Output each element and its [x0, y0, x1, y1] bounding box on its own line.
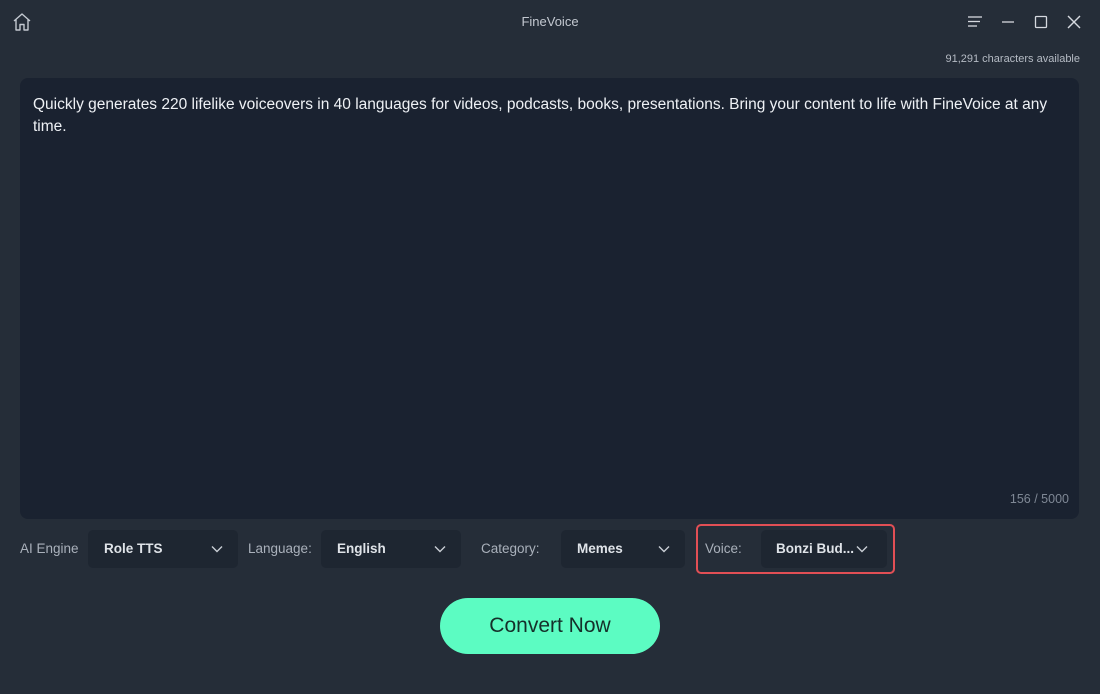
category-label: Category: — [481, 541, 540, 556]
text-input[interactable] — [33, 94, 1059, 474]
chevron-down-icon — [434, 546, 446, 553]
title-bar: FineVoice — [0, 0, 1100, 44]
maximize-button[interactable] — [1024, 8, 1057, 36]
chevron-down-icon — [658, 546, 670, 553]
characters-available: 91,291 characters available — [945, 53, 1080, 65]
ai-engine-value: Role TTS — [104, 541, 163, 556]
maximize-icon — [1034, 15, 1047, 29]
ai-engine-dropdown[interactable]: Role TTS — [88, 530, 238, 568]
voice-highlight-box — [696, 524, 895, 574]
text-editor: 156 / 5000 — [20, 78, 1079, 519]
menu-button[interactable] — [958, 8, 991, 36]
language-value: English — [337, 541, 386, 556]
category-dropdown[interactable]: Memes — [561, 530, 685, 568]
app-title: FineVoice — [521, 14, 579, 29]
language-dropdown[interactable]: English — [321, 530, 461, 568]
close-icon — [1067, 15, 1080, 29]
hamburger-menu-icon — [967, 16, 982, 27]
minimize-button[interactable] — [991, 8, 1024, 36]
close-button[interactable] — [1057, 8, 1090, 36]
convert-now-button[interactable]: Convert Now — [440, 598, 660, 654]
voice-settings-row: AI Engine Role TTS Language: English Cat… — [20, 530, 1080, 568]
minimize-icon — [1001, 21, 1014, 23]
window-controls — [958, 8, 1090, 36]
character-count: 156 / 5000 — [1009, 492, 1069, 506]
ai-engine-label: AI Engine — [20, 541, 79, 556]
language-label: Language: — [248, 541, 312, 556]
chevron-down-icon — [211, 546, 223, 553]
category-value: Memes — [577, 541, 623, 556]
